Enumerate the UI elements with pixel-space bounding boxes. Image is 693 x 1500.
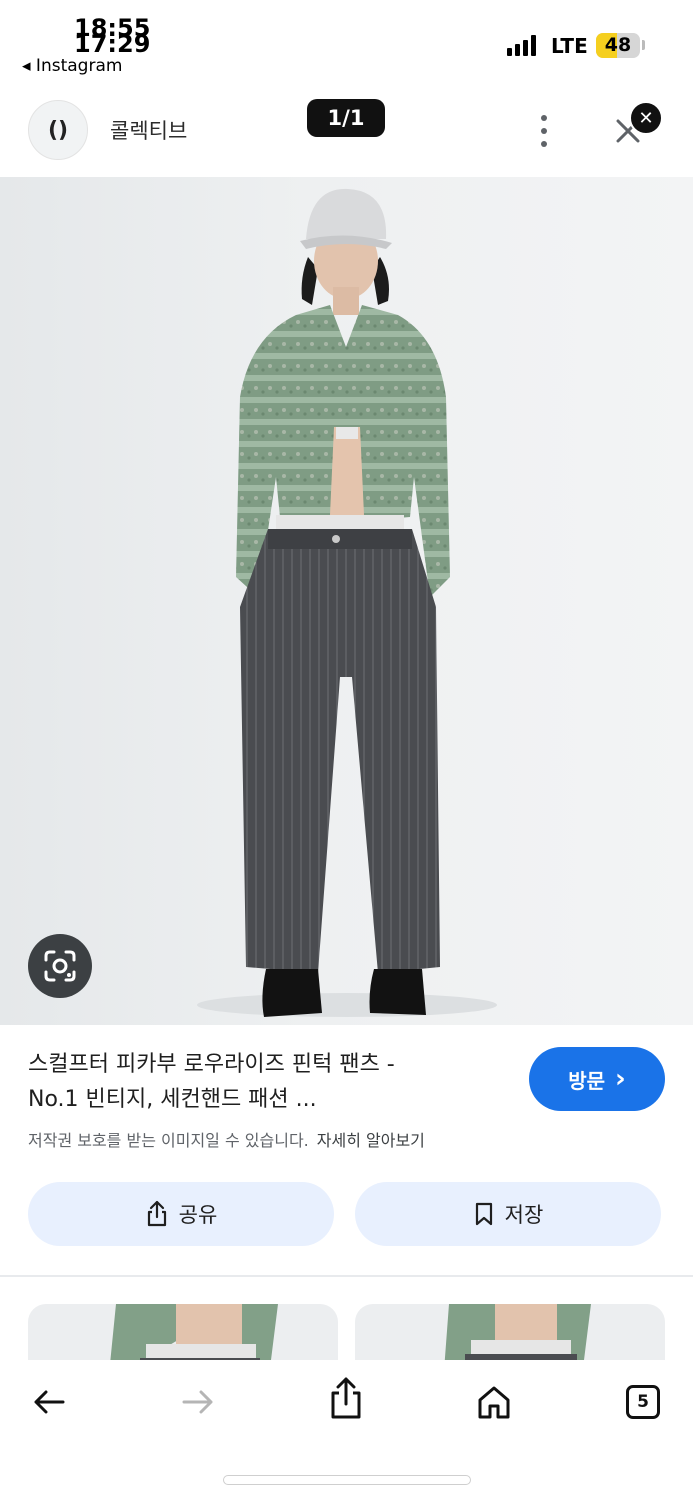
battery-tip — [642, 40, 645, 50]
share-label: 공유 — [178, 1203, 218, 1227]
home-button[interactable] — [472, 1380, 516, 1424]
copyright-notice: 저작권 보호를 받는 이미지일 수 있습니다. 자세히 알아보기 — [28, 1127, 425, 1151]
tabs-count: 5 — [626, 1385, 660, 1419]
page-counter: 1/1 — [307, 99, 385, 137]
close-badge-button[interactable]: ✕ — [629, 101, 663, 135]
product-title-line-1: 스컬프터 피카부 로우라이즈 핀턱 팬츠 - — [28, 1052, 395, 1077]
product-title[interactable]: 스컬프터 피카부 로우라이즈 핀턱 팬츠 - No.1 빈티지, 세컨핸드 패션… — [28, 1047, 498, 1117]
back-button[interactable] — [27, 1380, 71, 1424]
share-button[interactable]: 공유 — [28, 1182, 334, 1246]
bookmark-icon — [475, 1202, 492, 1226]
signal-icon — [507, 34, 536, 56]
model-illustration — [197, 188, 497, 1017]
tabs-button[interactable]: 5 — [621, 1380, 665, 1424]
site-logo[interactable]: () — [28, 100, 88, 160]
share-icon — [331, 1377, 361, 1419]
network-type: LTE — [551, 34, 588, 58]
share-page-button[interactable] — [324, 1376, 368, 1420]
status-time-overlay: 17:29 — [74, 30, 151, 58]
share-icon — [147, 1200, 166, 1227]
save-button[interactable]: 저장 — [355, 1182, 661, 1246]
google-lens-icon — [44, 950, 76, 982]
copyright-text: 저작권 보호를 받는 이미지일 수 있습니다. — [28, 1131, 309, 1150]
home-icon — [478, 1386, 510, 1419]
arrow-left-icon — [34, 1390, 65, 1414]
product-image[interactable] — [0, 177, 693, 1025]
home-indicator[interactable] — [223, 1475, 471, 1485]
battery-level: 48 — [604, 34, 632, 56]
more-vert-icon[interactable] — [530, 111, 558, 151]
visit-button[interactable]: 방문 › — [529, 1047, 665, 1111]
site-name[interactable]: 콜렉티브 — [110, 115, 187, 145]
chevron-right-icon: › — [615, 1064, 626, 1094]
battery-icon: 48 — [596, 33, 640, 58]
learn-more-link[interactable]: 자세히 알아보기 — [317, 1131, 425, 1150]
visit-label: 방문 — [568, 1068, 606, 1093]
back-to-app-link[interactable]: ◂ Instagram — [22, 56, 122, 76]
section-divider — [0, 1275, 693, 1277]
status-bar: 18:55 17:29 ◂ Instagram LTE 48 — [0, 0, 693, 80]
arrow-right-icon — [182, 1390, 213, 1414]
google-lens-button[interactable] — [28, 934, 92, 998]
forward-button[interactable] — [176, 1380, 220, 1424]
product-title-line-2: No.1 빈티지, 세컨핸드 패션 ... — [28, 1087, 317, 1112]
viewer-header: () 콜렉티브 1/1 — [0, 85, 693, 175]
save-label: 저장 — [504, 1203, 544, 1227]
